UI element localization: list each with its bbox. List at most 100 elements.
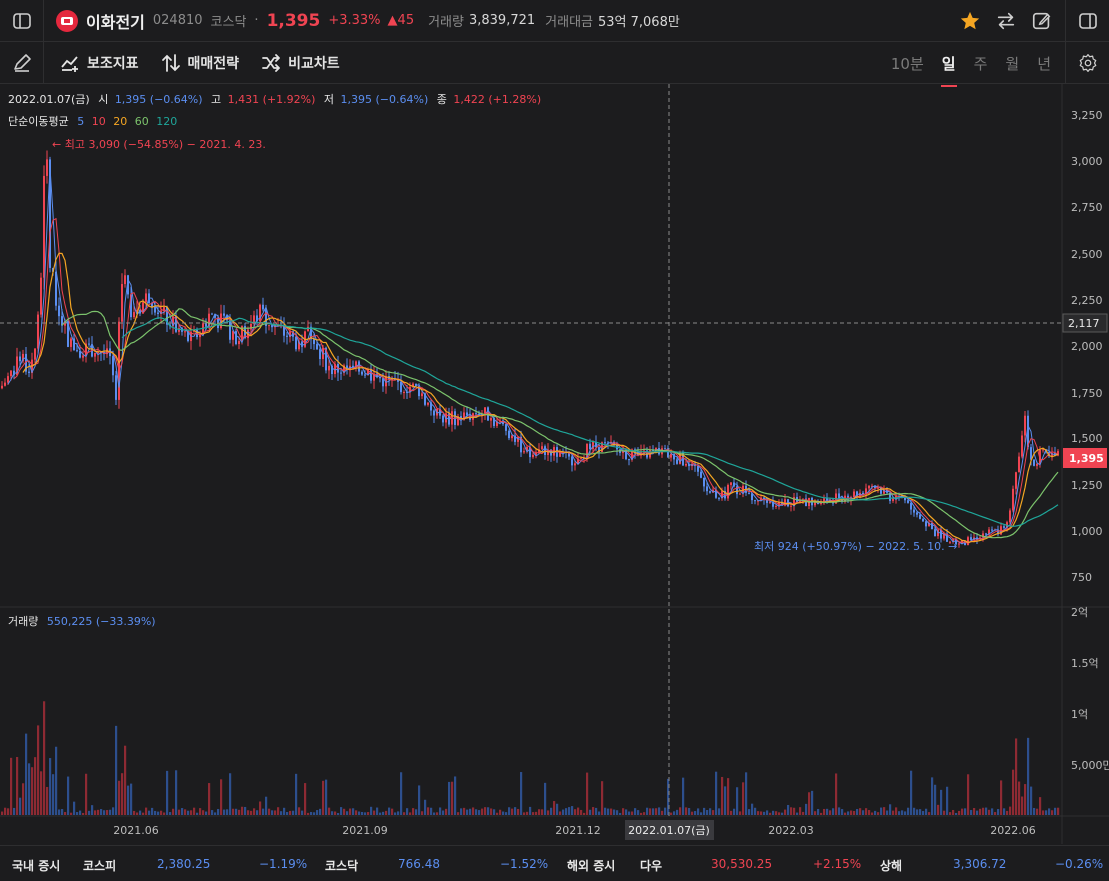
sidebar-toggle-button[interactable] <box>0 0 44 42</box>
candle-body <box>442 415 444 423</box>
volume-bar <box>19 797 22 815</box>
volume-bar <box>625 809 628 815</box>
volume-bar <box>460 808 463 815</box>
volume-bar <box>808 792 811 815</box>
swap-icon[interactable] <box>995 10 1017 32</box>
y-tick: 3,000 <box>1071 155 1103 168</box>
volume-bar <box>436 812 439 815</box>
volume-bar <box>166 770 169 815</box>
volume-bar <box>709 808 712 815</box>
volume-bar <box>829 810 832 815</box>
volume-bar <box>469 808 472 815</box>
draw-tool-button[interactable] <box>0 41 44 84</box>
volume-bar <box>532 812 535 815</box>
candle-body <box>379 377 381 379</box>
candle-body <box>1024 415 1026 436</box>
vol-tick: 1억 <box>1071 708 1088 721</box>
volume-bar <box>628 811 631 815</box>
candle-body <box>541 446 543 450</box>
volume-bar <box>307 812 310 815</box>
candle-body <box>1009 510 1011 523</box>
volume-bar <box>343 808 346 815</box>
dow-label[interactable]: 다우 <box>640 857 662 874</box>
volume-bar <box>256 810 259 815</box>
volume-bar <box>409 812 412 815</box>
tab-day[interactable]: 일 <box>940 53 957 87</box>
candle-body <box>40 277 42 315</box>
star-icon[interactable] <box>959 10 981 32</box>
shanghai-label[interactable]: 상해 <box>880 857 902 874</box>
volume-bar <box>616 810 619 815</box>
volume-bar <box>490 808 493 815</box>
candle-body <box>1042 449 1044 451</box>
volume-bar <box>691 811 694 815</box>
candle-body <box>1021 435 1023 457</box>
kospi-change: −1.19% <box>259 857 308 871</box>
volume-bar <box>1042 810 1045 815</box>
compare-button[interactable]: 비교차트 <box>261 53 340 73</box>
tab-year[interactable]: 년 <box>1037 53 1051 74</box>
volume-bar <box>445 808 448 815</box>
volume-value: 3,839,721 <box>468 13 536 28</box>
candle-body <box>232 331 234 340</box>
volume-bar <box>958 810 961 815</box>
top-bar: 이화전기 024810 코스닥 · 1,395 +3.33% ▲45 거래량 3… <box>0 0 1109 42</box>
volume-bar <box>124 745 127 815</box>
volume-bar <box>205 811 208 815</box>
edit-icon[interactable] <box>1031 10 1053 32</box>
sidebar-right-icon <box>1078 13 1097 29</box>
volume-bar <box>850 810 853 815</box>
volume-bar <box>613 809 616 815</box>
candle-body <box>697 465 699 472</box>
volume-bar <box>451 781 454 815</box>
ohlc-info: 2022.01.07(금) 시 1,395 (−0.64%) 고 1,431 (… <box>8 93 541 106</box>
stock-chart[interactable]: 2022.01.07(금) 시 1,395 (−0.64%) 고 1,431 (… <box>0 84 1109 845</box>
volume-bar <box>1033 807 1036 815</box>
candle-body <box>1033 459 1035 466</box>
volume-bar <box>463 807 466 815</box>
volume-bar <box>718 808 721 815</box>
indicator-button[interactable]: 보조지표 <box>60 53 139 73</box>
crosshair-date-value: 2022.01.07(금) <box>628 824 710 837</box>
kospi-label[interactable]: 코스피 <box>83 857 116 874</box>
volume-bar <box>88 810 91 815</box>
tab-10min[interactable]: 10분 <box>891 53 924 74</box>
volume-bar <box>721 776 724 815</box>
ma-120: 120 <box>156 115 177 128</box>
volume-axis: 2억 1.5억 1억 5,000만 <box>1071 606 1109 772</box>
sidebar-right-toggle-button[interactable] <box>1065 0 1109 42</box>
candle-body <box>907 500 909 503</box>
y-tick: 2,000 <box>1071 340 1103 353</box>
volume-bar <box>637 810 640 815</box>
volume-bar <box>58 809 61 815</box>
crosshair-price-value: 2,117 <box>1068 317 1100 330</box>
volume-bar <box>1051 810 1054 815</box>
crosshair-price-tag: 2,117 <box>1062 313 1108 333</box>
volume-bar <box>52 774 55 815</box>
strategy-button[interactable]: 매매전략 <box>161 53 239 73</box>
kosdaq-label[interactable]: 코스닥 <box>325 857 358 874</box>
volume-bar <box>1039 797 1042 815</box>
volume-bar <box>556 803 559 815</box>
candle-body <box>28 371 30 373</box>
volume-bar <box>649 808 652 815</box>
candle-body <box>286 335 288 337</box>
volume-bar <box>208 783 211 815</box>
volume-bar <box>823 808 826 815</box>
volume-bar <box>724 786 727 815</box>
volume-bar <box>406 808 409 815</box>
candle-body <box>934 529 936 537</box>
tab-month[interactable]: 월 <box>1005 53 1019 74</box>
candle-body <box>571 456 573 466</box>
settings-button[interactable] <box>1065 42 1109 84</box>
volume-bar <box>394 812 397 815</box>
volume-bar <box>238 809 241 815</box>
volume-bar <box>550 807 553 815</box>
volume-bar <box>553 801 556 815</box>
candle-body <box>589 443 591 450</box>
low-value: 1,395 (−0.64%) <box>341 93 429 106</box>
tab-week[interactable]: 주 <box>974 53 988 74</box>
volume-bar <box>946 786 949 815</box>
stock-name: 이화전기 <box>86 12 145 32</box>
volume-bar <box>43 701 46 815</box>
